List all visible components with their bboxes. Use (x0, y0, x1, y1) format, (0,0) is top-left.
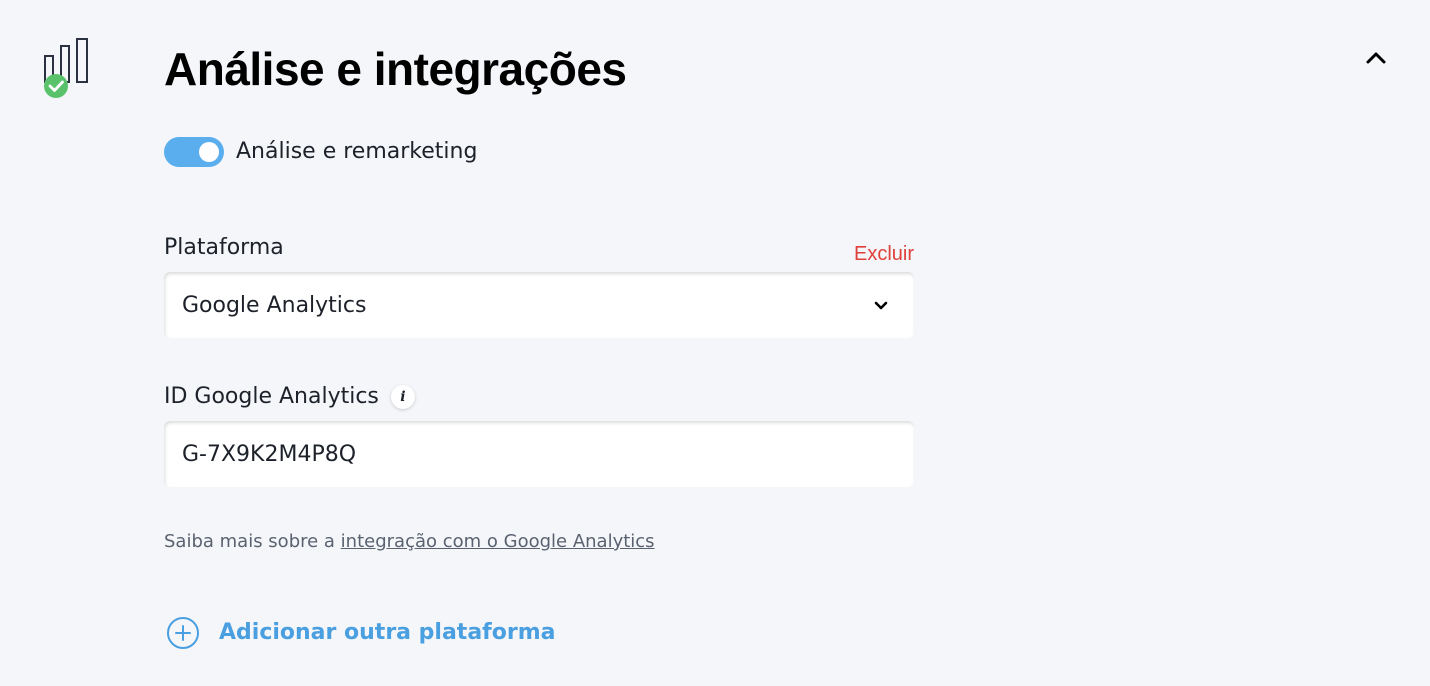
chevron-up-icon (1366, 52, 1386, 64)
info-icon[interactable]: i (390, 385, 415, 409)
ga-id-label: ID Google Analytics (164, 384, 379, 409)
add-platform-label: Adicionar outra plataforma (219, 620, 556, 645)
analytics-chart-check-icon (40, 36, 96, 100)
help-text-prefix: Saiba mais sobre a (164, 531, 341, 552)
ga-id-input[interactable]: G-7X9K2M4P8Q (164, 421, 914, 487)
collapse-section-button[interactable] (1362, 44, 1390, 72)
help-text: Saiba mais sobre a integração com o Goog… (164, 529, 655, 555)
ga-id-label-row: ID Google Analytics i (164, 382, 415, 412)
platform-selected-value: Google Analytics (182, 292, 367, 318)
switch-knob (199, 142, 219, 162)
platform-select[interactable]: Google Analytics (164, 272, 914, 338)
add-platform-button[interactable]: Adicionar outra plataforma (166, 616, 555, 650)
chevron-down-icon (874, 301, 888, 310)
ga-integration-help-link[interactable]: integração com o Google Analytics (341, 531, 655, 552)
analytics-remarketing-toggle-row: Análise e remarketing (164, 136, 477, 168)
plus-circle-icon (167, 617, 199, 649)
delete-platform-link[interactable]: Excluir (852, 242, 914, 266)
section-title: Análise e integrações (164, 43, 627, 95)
ga-id-value: G-7X9K2M4P8Q (182, 441, 357, 467)
analytics-remarketing-switch[interactable] (164, 137, 224, 167)
toggle-label: Análise e remarketing (236, 139, 478, 164)
platform-label: Plataforma (164, 235, 284, 260)
